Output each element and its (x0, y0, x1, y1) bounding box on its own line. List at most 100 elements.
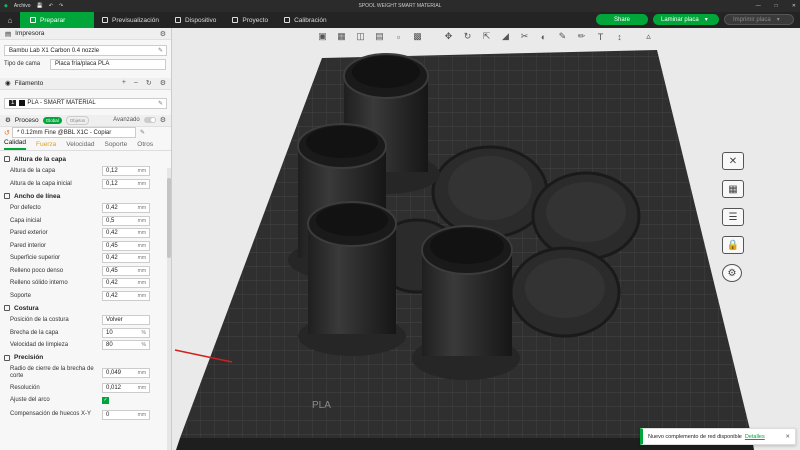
scrollbar-thumb[interactable] (167, 178, 171, 258)
home-icon[interactable]: ⌂ (0, 12, 20, 28)
add-plate-icon[interactable]: ▦ (334, 30, 349, 43)
chevron-down-icon[interactable]: ▾ (705, 16, 708, 23)
file-menu[interactable]: Archivo (14, 3, 31, 9)
lid-model[interactable] (509, 246, 621, 338)
measure-icon[interactable]: ↕ (612, 30, 627, 43)
setting-row: Ajuste del arco ✓ (10, 396, 109, 404)
tab-calibration[interactable]: Calibración (276, 12, 335, 28)
settings-icon[interactable]: ⚙ (160, 79, 166, 87)
sync-icon[interactable]: ↻ (146, 79, 152, 87)
rotate-icon[interactable]: ↻ (460, 30, 475, 43)
cut-icon[interactable]: ✂ (517, 30, 532, 43)
edit-icon[interactable]: ✎ (140, 129, 145, 136)
remove-icon[interactable]: – (134, 79, 138, 87)
value-input[interactable]: 0,42 mm (102, 253, 150, 264)
plate-settings-icon[interactable]: ▦ (722, 180, 744, 198)
subtab-others[interactable]: Otros (137, 141, 153, 150)
plate-label: PLA (312, 400, 331, 411)
redo-icon[interactable]: ↷ (59, 3, 63, 9)
value-input[interactable]: 0,45 mm (102, 265, 150, 276)
panel-scrollbar[interactable] (167, 168, 171, 450)
3d-viewport[interactable]: PLA ▣ ▦ ◫ ▤ ▫ ▩ ✥ ↻ ⇱ ◢ ✂ ◐ ✎ ✏ T ↕ ▵ ✕ … (172, 28, 800, 450)
move-icon[interactable]: ✥ (441, 30, 456, 43)
support-paint-icon[interactable]: ✎ (555, 30, 570, 43)
seam-position-select[interactable]: Volver (102, 315, 150, 326)
lid-model[interactable] (431, 145, 549, 239)
maximize-icon[interactable]: □ (775, 3, 778, 9)
gear-icon[interactable]: ⚙ (160, 30, 166, 38)
close-icon[interactable]: ✕ (785, 434, 790, 440)
subtab-support[interactable]: Soporte (104, 141, 127, 150)
value-input[interactable]: 0,42 mm (102, 203, 150, 214)
scale-icon[interactable]: ⇱ (479, 30, 494, 43)
seam-icon (4, 305, 10, 311)
value-input[interactable]: 0,12 mm (102, 166, 150, 177)
arc-fitting-checkbox[interactable]: ✓ (102, 396, 109, 404)
lay-on-face-icon[interactable]: ◢ (498, 30, 513, 43)
value-input[interactable]: 0,5 mm (102, 215, 150, 226)
process-profile-select[interactable]: * 0.12mm Fine @BBL X1C - Copiar (12, 127, 136, 139)
value-input[interactable]: 0 mm (102, 409, 150, 420)
value-input[interactable]: 0,42 mm (102, 228, 150, 239)
split-icon[interactable]: ▫ (391, 30, 406, 43)
value-input[interactable]: 0,42 mm (102, 290, 150, 301)
value-input[interactable]: 10% (102, 327, 150, 338)
chevron-down-icon[interactable]: ▾ (777, 16, 780, 23)
notification-toast: Nuevo complemento de red disponible Deta… (640, 428, 796, 445)
value-input[interactable]: 0,049 mm (102, 367, 150, 378)
arrange-icon[interactable]: ▤ (372, 30, 387, 43)
undo-icon[interactable]: ↶ (49, 3, 53, 9)
slice-plate-button[interactable]: Laminar placa ▾ (653, 14, 719, 25)
objects-badge[interactable]: Objetos (65, 115, 90, 125)
tab-device[interactable]: Dispositivo (167, 12, 224, 28)
window-title: SPOOL WEIGHT SMART MATERIAL (358, 3, 442, 9)
build-plate-scene: PLA (174, 50, 754, 450)
printer-icon: ▤ (5, 30, 12, 38)
text-tool-icon[interactable]: T (593, 30, 608, 43)
seam-paint-icon[interactable]: ✏ (574, 30, 589, 43)
tab-project[interactable]: Proyecto (224, 12, 276, 28)
edit-icon[interactable]: ✎ (158, 47, 163, 54)
spool-cylinder-model[interactable] (298, 201, 406, 356)
value-input[interactable]: 80% (102, 340, 150, 351)
save-icon[interactable]: 💾 (37, 3, 43, 9)
filament-color-swatch[interactable] (19, 100, 26, 106)
assembly-icon[interactable]: ▵ (641, 30, 656, 43)
global-badge[interactable]: Global (42, 116, 62, 124)
value-input[interactable]: 0,12 mm (102, 178, 150, 189)
object-list-icon[interactable]: ☰ (722, 208, 744, 226)
toast-message: Nuevo complemento de red disponible (648, 433, 742, 440)
advanced-toggle[interactable] (143, 117, 156, 123)
toast-details-link[interactable]: Detalles (745, 434, 765, 440)
value-input[interactable]: 0,012 mm (102, 382, 150, 393)
print-plate-button[interactable]: Imprimir placa ▾ (724, 14, 794, 25)
add-object-icon[interactable]: ▣ (315, 30, 330, 43)
subtab-strength[interactable]: Fuerza (36, 141, 56, 150)
subtab-quality[interactable]: Calidad (4, 139, 27, 150)
bed-type-select[interactable]: Placa fría/placa PLA (50, 58, 166, 70)
value-input[interactable]: 0,45 mm (102, 240, 150, 251)
minimize-icon[interactable]: — (756, 3, 761, 9)
subtab-speed[interactable]: Velocidad (66, 141, 94, 150)
reset-icon[interactable]: ↺ (4, 129, 10, 137)
add-icon[interactable]: + (122, 79, 126, 87)
spool-cylinder-model[interactable] (412, 225, 520, 380)
share-button[interactable]: Share (596, 14, 648, 25)
filament-select[interactable]: 1 PLA - SMART MATERIAL ✎ (4, 97, 167, 109)
lock-icon[interactable]: 🔒 (722, 236, 744, 254)
main-toolbar: ⌂ Preparar Previsualización Dispositivo … (0, 12, 800, 28)
auto-orient-icon[interactable]: ◫ (353, 30, 368, 43)
gear-icon[interactable]: ⚙ (722, 264, 742, 282)
settings-icon[interactable]: ⚙ (160, 116, 166, 124)
close-window-icon[interactable]: ✕ (792, 3, 796, 9)
printer-select[interactable]: Bambu Lab X1 Carbon 0.4 nozzle ✎ (4, 45, 167, 56)
edit-icon[interactable]: ✎ (158, 100, 163, 107)
tab-prepare[interactable]: Preparar (20, 12, 94, 28)
mesh-boolean-icon[interactable]: ◐ (536, 30, 551, 43)
title-bar: ◆ Archivo 💾 ↶ ↷ SPOOL WEIGHT SMART MATER… (0, 0, 800, 12)
layout-icon[interactable]: ▩ (410, 30, 425, 43)
lid-model[interactable] (531, 171, 641, 261)
value-input[interactable]: 0,42 mm (102, 278, 150, 289)
close-icon[interactable]: ✕ (722, 152, 744, 170)
tab-preview[interactable]: Previsualización (94, 12, 167, 28)
